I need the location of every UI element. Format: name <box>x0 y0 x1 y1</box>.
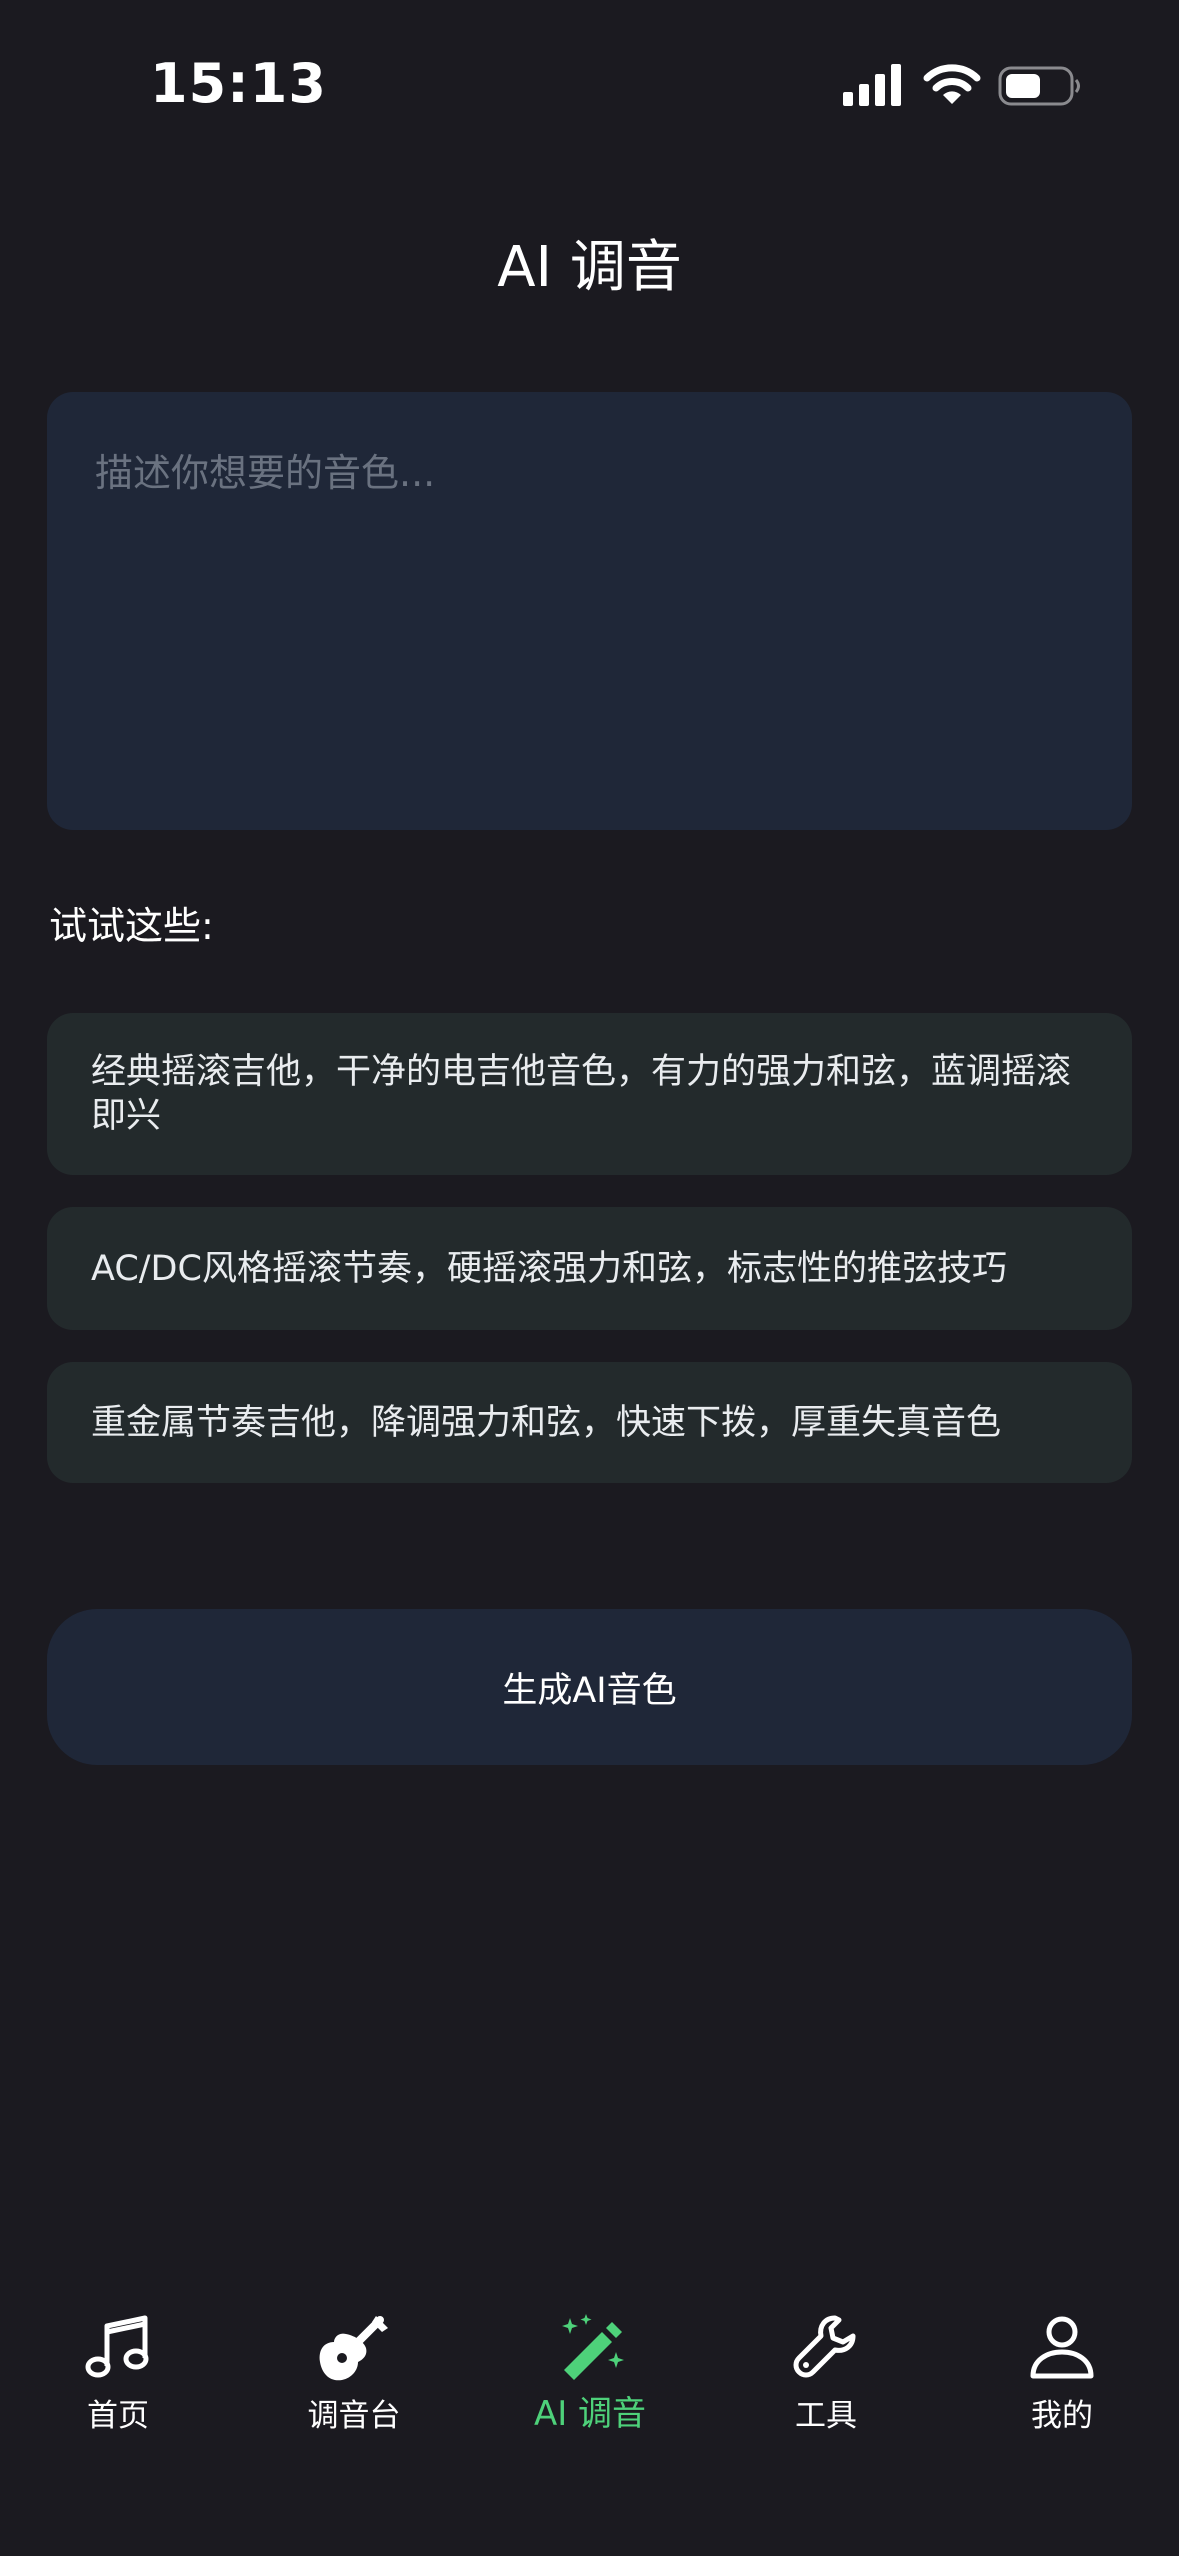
tab-home[interactable]: 首页 <box>0 2290 236 2460</box>
bottom-tab-bar: 首页 调音台 AI 调音 工具 我的 <box>0 2290 1179 2556</box>
wifi-icon <box>923 64 981 104</box>
tab-ai-tuning[interactable]: AI 调音 <box>472 2290 708 2460</box>
generate-button-label: 生成AI音色 <box>502 1670 677 1711</box>
signal-icon <box>843 64 901 106</box>
page-title: AI 调音 <box>497 235 682 300</box>
wrench-icon <box>793 2315 856 2378</box>
tab-mixer[interactable]: 调音台 <box>236 2290 472 2460</box>
suggestion-text: 重金属节奏吉他，降调强力和弦，快速下拨，厚重失真音色 <box>91 1402 1002 1443</box>
tone-description-input[interactable] <box>47 392 1132 830</box>
tab-label: 调音台 <box>307 2398 401 2434</box>
status-bar: 15:13 <box>0 0 1179 170</box>
guitar-icon <box>319 2316 388 2381</box>
suggestions-heading: 试试这些: <box>49 904 214 948</box>
status-time: 15:13 <box>150 52 327 115</box>
suggestion-text: AC/DC风格摇滚节奏，硬摇滚强力和弦，标志性的推弦技巧 <box>91 1248 1007 1289</box>
suggestion-item[interactable]: AC/DC风格摇滚节奏，硬摇滚强力和弦，标志性的推弦技巧 <box>47 1207 1132 1330</box>
suggestion-text: 经典摇滚吉他，干净的电吉他音色，有力的强力和弦，蓝调摇滚即兴 <box>91 1052 1072 1136</box>
tab-label: 我的 <box>1031 2398 1093 2434</box>
tab-profile[interactable]: 我的 <box>944 2290 1179 2460</box>
tab-label: AI 调音 <box>533 2394 647 2434</box>
tab-label: 首页 <box>87 2398 149 2434</box>
tab-label: 工具 <box>795 2398 857 2434</box>
generate-ai-tone-button[interactable]: 生成AI音色 <box>47 1609 1132 1765</box>
suggestion-item[interactable]: 重金属节奏吉他，降调强力和弦，快速下拨，厚重失真音色 <box>47 1362 1132 1483</box>
tab-tools[interactable]: 工具 <box>708 2290 944 2460</box>
person-icon <box>1030 2316 1094 2379</box>
battery-icon <box>998 66 1080 106</box>
music-note-icon <box>85 2315 149 2378</box>
magic-wand-icon <box>562 2314 624 2380</box>
suggestion-item[interactable]: 经典摇滚吉他，干净的电吉他音色，有力的强力和弦，蓝调摇滚即兴 <box>47 1013 1132 1175</box>
